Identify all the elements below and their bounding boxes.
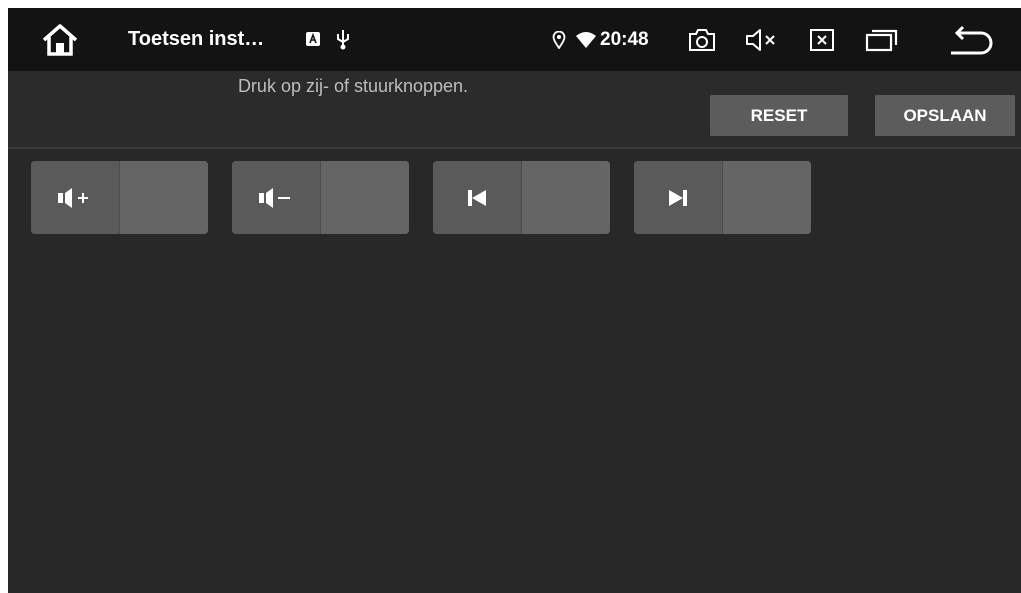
key-assign-area[interactable]	[522, 161, 610, 234]
key-tile-next-track[interactable]	[634, 161, 811, 234]
key-tile-volume-down[interactable]	[232, 161, 409, 234]
recents-button[interactable]	[862, 22, 902, 58]
instruction-text: Druk op zij- of stuurknoppen.	[237, 76, 469, 96]
back-icon	[951, 25, 993, 55]
reset-button[interactable]: RESET	[710, 95, 848, 136]
key-tile-previous-track[interactable]	[433, 161, 610, 234]
close-window-button[interactable]	[804, 22, 840, 58]
screen: Toetsen inst… 20:48 Druk op zij- of stuu…	[8, 8, 1021, 593]
key-assign-area[interactable]	[723, 161, 811, 234]
back-button[interactable]	[944, 20, 998, 60]
previous-track-icon	[468, 189, 486, 206]
divider	[8, 147, 1021, 149]
key-assign-area[interactable]	[120, 161, 208, 234]
next-track-icon	[669, 189, 687, 206]
key-icon-area	[232, 161, 320, 234]
save-button[interactable]: OPSLAAN	[875, 95, 1015, 136]
volume-mute-icon	[746, 29, 775, 51]
volume-up-icon	[58, 187, 88, 208]
key-icon-area	[634, 161, 722, 234]
key-icon-area	[31, 161, 119, 234]
mute-button[interactable]	[742, 22, 782, 58]
header-row: Druk op zij- of stuurknoppen. RESET OPSL…	[8, 71, 1021, 147]
volume-down-icon	[259, 187, 290, 208]
key-tile-volume-up[interactable]	[31, 161, 208, 234]
key-assign-area[interactable]	[321, 161, 409, 234]
key-icon-area	[433, 161, 521, 234]
close-window-icon	[810, 29, 834, 51]
recents-icon	[865, 29, 898, 52]
